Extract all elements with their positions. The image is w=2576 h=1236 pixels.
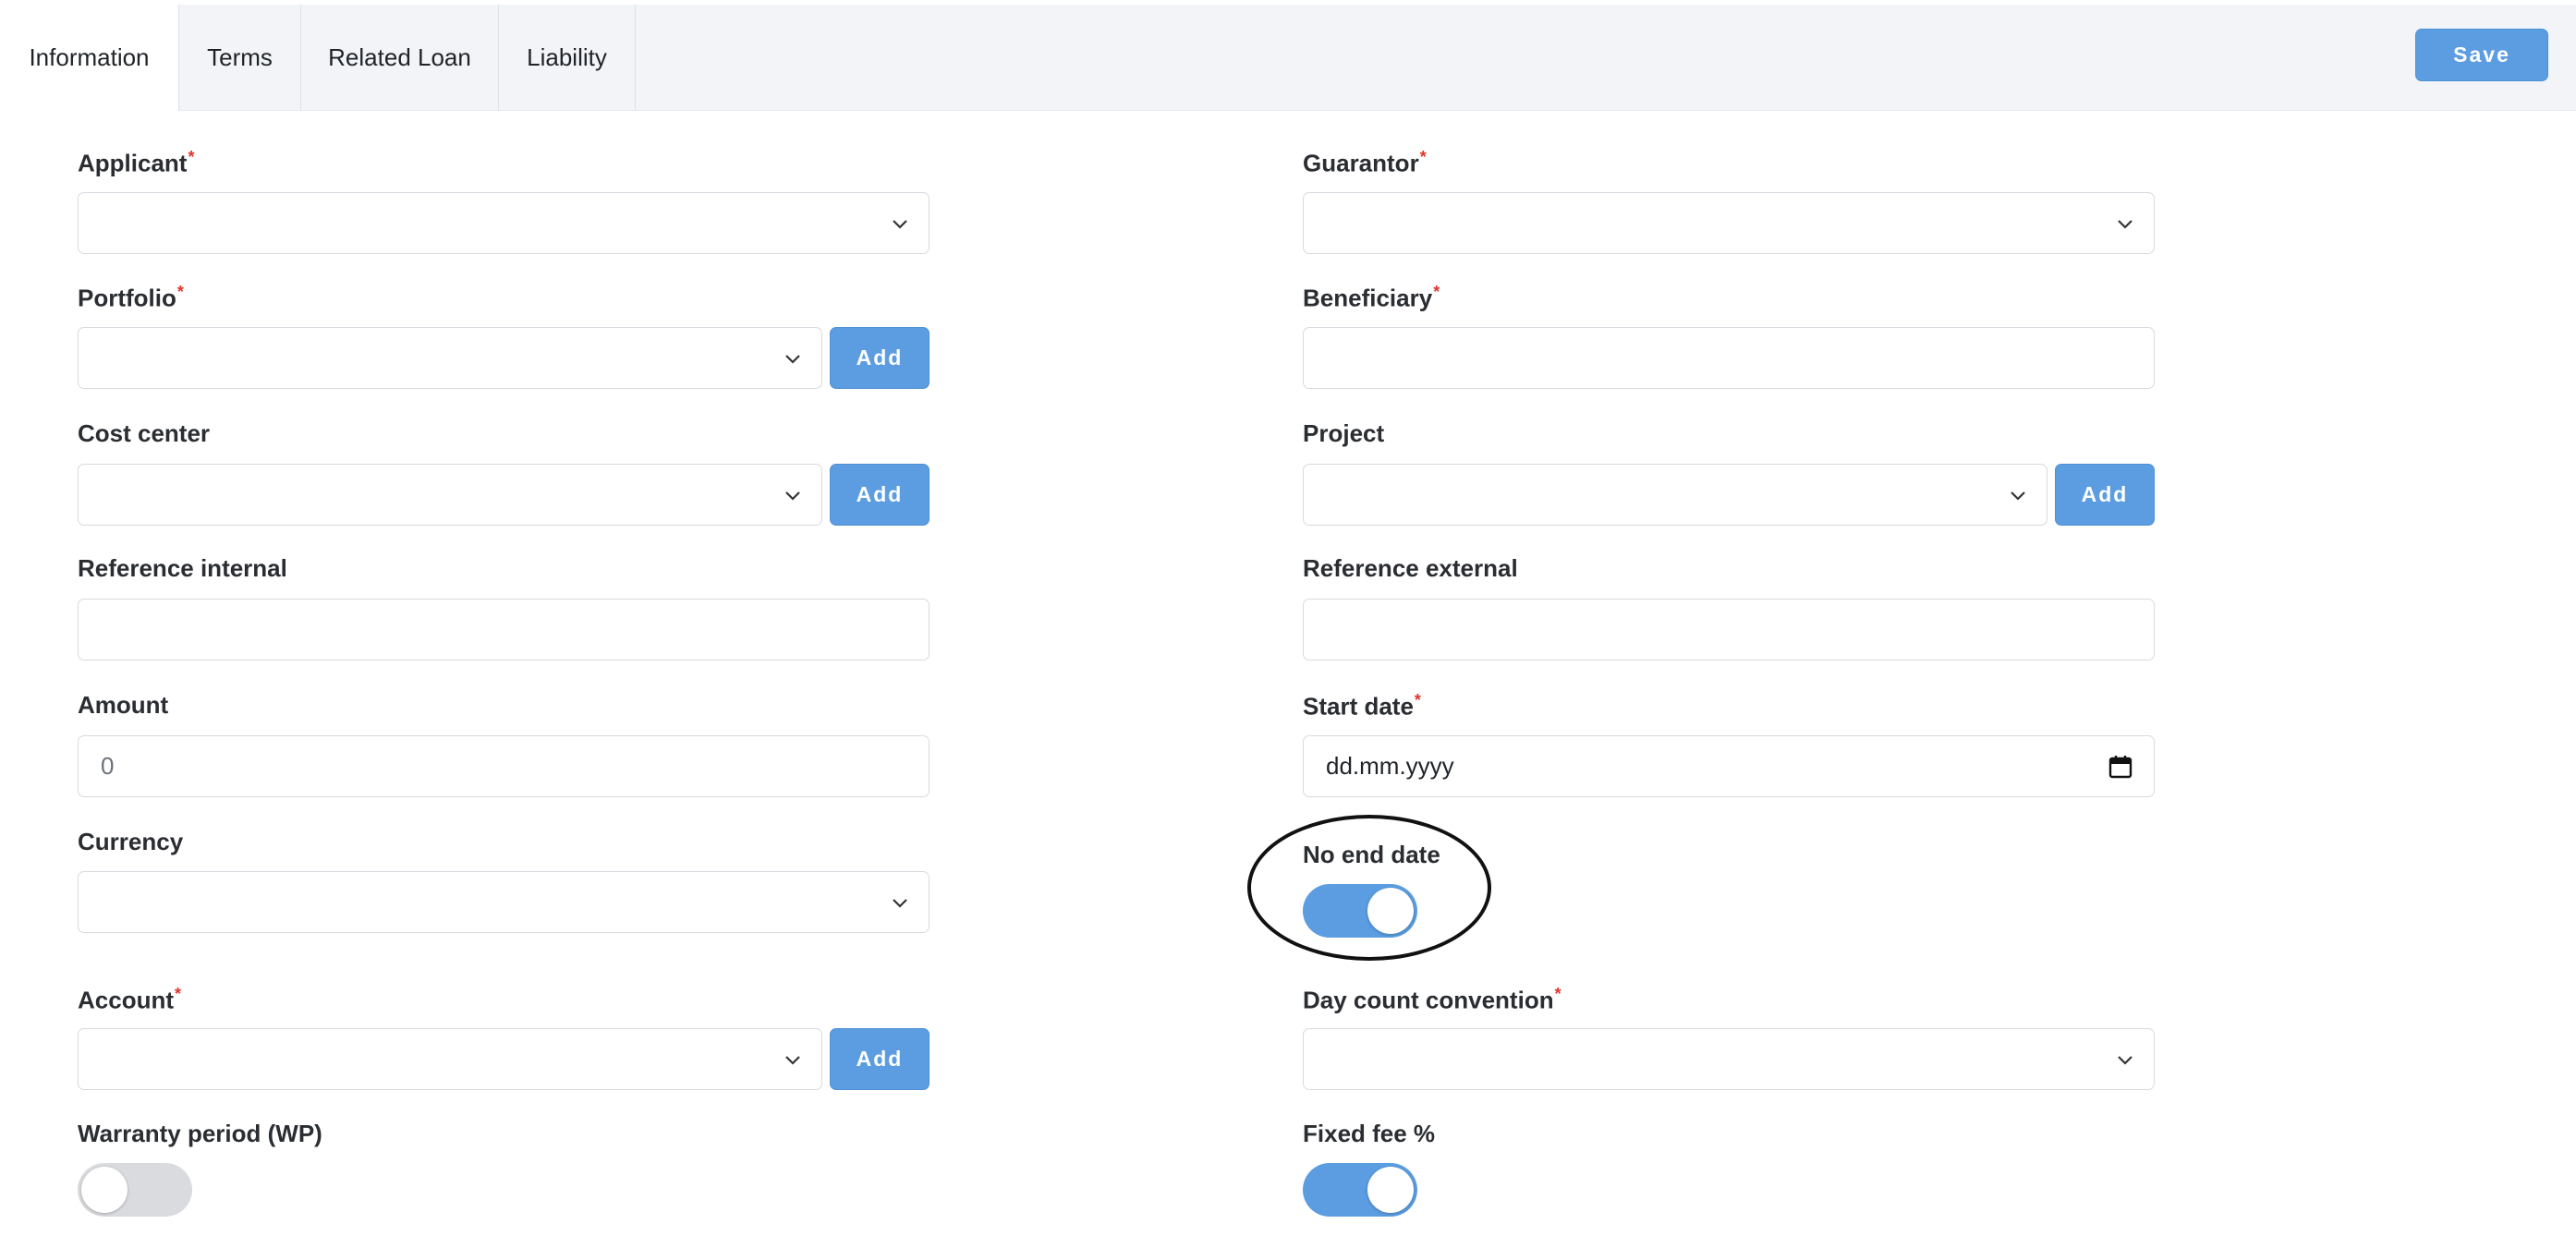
tab-terms[interactable]: Terms	[179, 5, 301, 111]
reference-internal-label: Reference internal	[78, 554, 287, 582]
chevron-down-icon	[2118, 1056, 2132, 1065]
cost-center-select[interactable]	[78, 464, 822, 526]
required-mark: *	[1419, 148, 1427, 166]
portfolio-label: Portfolio*	[78, 283, 184, 312]
required-mark: *	[1414, 691, 1421, 709]
reference-internal-input[interactable]	[78, 599, 930, 660]
tab-bar: Information Terms Related Loan Liability…	[0, 5, 2576, 111]
currency-label: Currency	[78, 828, 184, 855]
chevron-down-icon	[785, 355, 800, 364]
applicant-label: Applicant*	[78, 148, 195, 177]
tab-information[interactable]: Information	[0, 5, 179, 111]
guarantor-select[interactable]	[1303, 192, 2155, 254]
beneficiary-input[interactable]	[1303, 327, 2155, 389]
currency-select[interactable]	[78, 871, 930, 933]
add-portfolio-button[interactable]: Add	[830, 327, 930, 389]
add-project-button[interactable]: Add	[2055, 464, 2155, 526]
warranty-period-label: Warranty period (WP)	[78, 1120, 322, 1147]
tab-related-loan[interactable]: Related Loan	[301, 5, 499, 111]
project-label: Project	[1303, 419, 1385, 447]
account-select[interactable]	[78, 1028, 822, 1090]
amount-input[interactable]: 0	[78, 735, 930, 797]
reference-external-label: Reference external	[1303, 554, 1518, 582]
chevron-down-icon	[893, 220, 907, 229]
required-mark: *	[188, 148, 195, 166]
chevron-down-icon	[893, 899, 907, 908]
calendar-icon[interactable]	[2108, 754, 2133, 780]
chevron-down-icon	[785, 491, 800, 501]
add-cost-center-button[interactable]: Add	[830, 464, 930, 526]
applicant-select[interactable]	[78, 192, 930, 254]
start-date-placeholder: dd.mm.yyyy	[1326, 752, 1454, 780]
day-count-convention-select[interactable]	[1303, 1028, 2155, 1090]
guarantor-label: Guarantor*	[1303, 148, 1427, 177]
account-label: Account*	[78, 985, 182, 1014]
portfolio-select[interactable]	[78, 327, 822, 389]
beneficiary-label: Beneficiary*	[1303, 283, 1440, 312]
toggle-knob	[81, 1167, 128, 1213]
save-button[interactable]: Save	[2415, 29, 2548, 81]
amount-placeholder: 0	[101, 752, 115, 780]
cost-center-label: Cost center	[78, 419, 211, 447]
chevron-down-icon	[2118, 220, 2132, 229]
warranty-period-toggle[interactable]	[78, 1163, 192, 1217]
toggle-knob	[1367, 1167, 1414, 1213]
tab-liability[interactable]: Liability	[499, 5, 636, 111]
highlight-circle	[1247, 815, 1491, 961]
start-date-label: Start date*	[1303, 691, 1421, 721]
required-mark: *	[1554, 985, 1561, 1003]
add-account-button[interactable]: Add	[830, 1028, 930, 1090]
chevron-down-icon	[785, 1056, 800, 1065]
start-date-input[interactable]: dd.mm.yyyy	[1303, 735, 2155, 797]
amount-label: Amount	[78, 691, 169, 719]
reference-external-input[interactable]	[1303, 599, 2155, 660]
required-mark: *	[175, 985, 182, 1003]
required-mark: *	[1433, 283, 1440, 301]
day-count-convention-label: Day count convention*	[1303, 985, 1561, 1014]
chevron-down-icon	[2011, 491, 2025, 501]
required-mark: *	[176, 283, 184, 301]
project-select[interactable]	[1303, 464, 2047, 526]
fixed-fee-toggle[interactable]	[1303, 1163, 1417, 1217]
fixed-fee-label: Fixed fee %	[1303, 1120, 1436, 1147]
